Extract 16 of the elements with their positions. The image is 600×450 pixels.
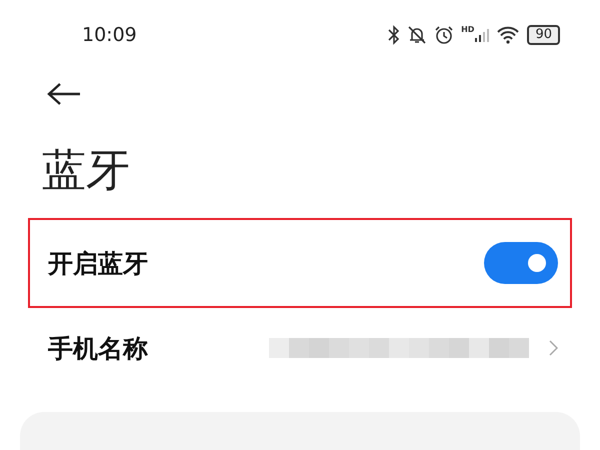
wifi-icon — [496, 26, 520, 44]
bluetooth-icon — [388, 25, 400, 45]
chevron-icon — [549, 340, 558, 356]
signal-icon — [475, 28, 490, 42]
highlighted-setting-row[interactable]: 开启蓝牙 — [28, 218, 572, 308]
page-title: 蓝牙 — [42, 144, 131, 198]
setting-label: 开启蓝牙 — [48, 248, 148, 280]
status-time: 10:09 — [82, 24, 137, 46]
battery-level: 90 — [527, 25, 560, 45]
setting-label: 手机名称 — [48, 332, 148, 364]
setting-row[interactable]: 手机名称 — [28, 308, 572, 388]
muted-bell-icon — [407, 25, 428, 45]
toggle-switch[interactable] — [484, 242, 558, 284]
network-type-label: HD — [461, 25, 474, 34]
alarm-clock-icon — [434, 25, 454, 45]
back-arrow-icon[interactable] — [47, 82, 81, 106]
